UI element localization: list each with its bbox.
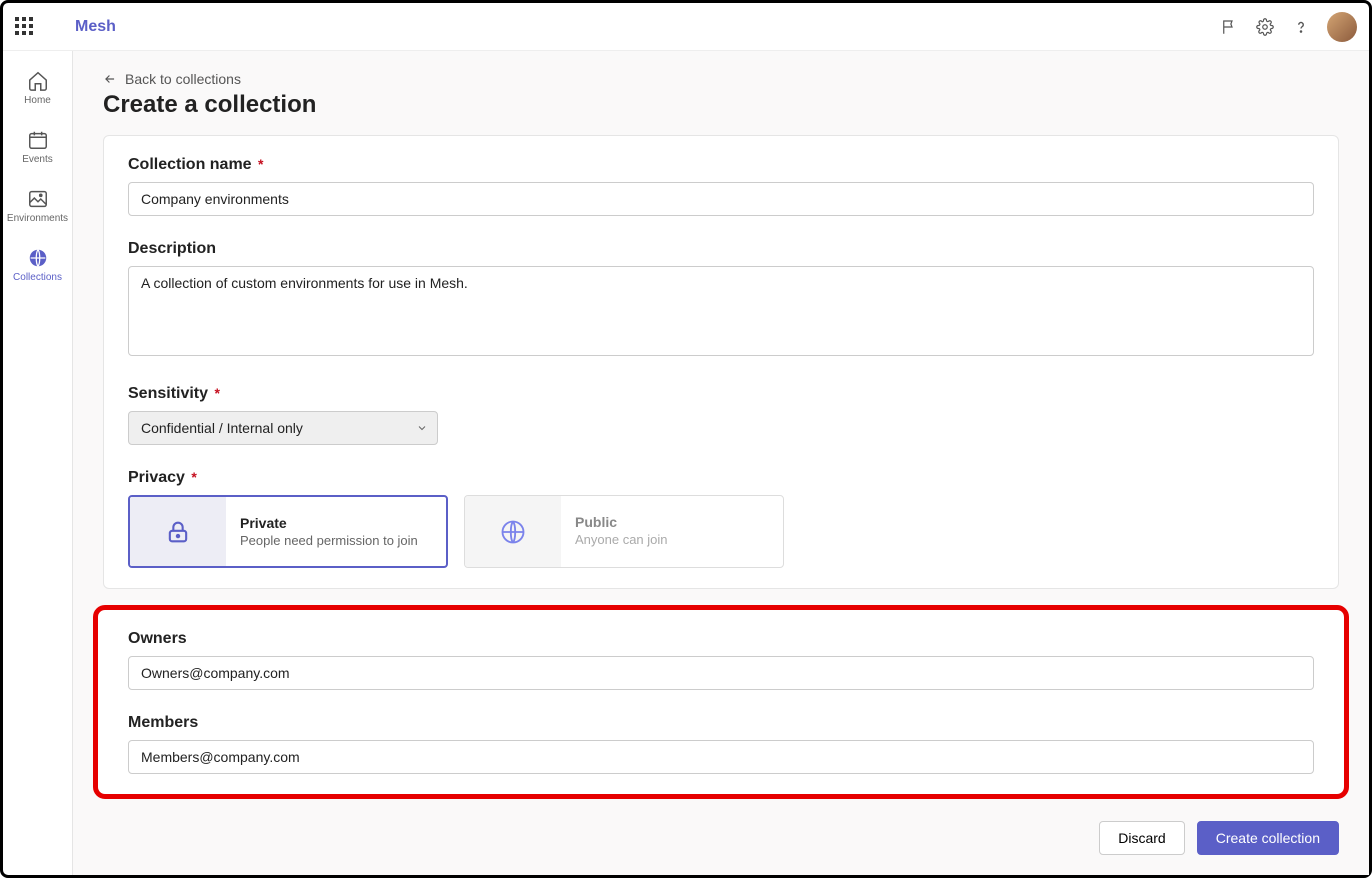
arrow-left-icon xyxy=(103,72,117,86)
calendar-icon xyxy=(26,128,50,152)
sidebar-item-collections[interactable]: Collections xyxy=(6,238,70,291)
create-collection-button[interactable]: Create collection xyxy=(1197,821,1339,855)
globe-icon xyxy=(465,496,561,567)
back-link-label: Back to collections xyxy=(125,71,241,87)
members-label: Members xyxy=(128,714,1314,732)
owners-members-card: Owners Members xyxy=(93,605,1349,799)
name-label: Collection name * xyxy=(128,156,1314,174)
app-title: Mesh xyxy=(75,18,116,36)
footer-buttons: Discard Create collection xyxy=(103,815,1339,861)
image-icon xyxy=(26,187,50,211)
privacy-public-title: Public xyxy=(575,514,668,530)
sidebar-item-environments[interactable]: Environments xyxy=(6,179,70,232)
sensitivity-label: Sensitivity * xyxy=(128,385,1314,403)
sensitivity-select[interactable]: Confidential / Internal only xyxy=(128,411,438,445)
sidebar-item-label: Events xyxy=(22,154,53,165)
sidebar-item-events[interactable]: Events xyxy=(6,120,70,173)
collection-form-card: Collection name * Description Sensitivit… xyxy=(103,135,1339,589)
sidebar-item-home[interactable]: Home xyxy=(6,61,70,114)
owners-input[interactable] xyxy=(128,656,1314,690)
sidebar: Home Events Environments Collections xyxy=(3,51,73,875)
collection-name-input[interactable] xyxy=(128,182,1314,216)
avatar[interactable] xyxy=(1327,12,1357,42)
privacy-public-sub: Anyone can join xyxy=(575,532,668,547)
home-icon xyxy=(26,69,50,93)
owners-label: Owners xyxy=(128,630,1314,648)
flag-icon[interactable] xyxy=(1211,9,1247,45)
app-launcher-icon[interactable] xyxy=(15,17,35,37)
privacy-option-public[interactable]: Public Anyone can join xyxy=(464,495,784,568)
topbar: Mesh xyxy=(3,3,1369,51)
sidebar-item-label: Collections xyxy=(13,272,62,283)
members-input[interactable] xyxy=(128,740,1314,774)
page-title: Create a collection xyxy=(103,91,1339,119)
privacy-private-title: Private xyxy=(240,515,418,531)
sidebar-item-label: Environments xyxy=(7,213,68,224)
description-input[interactable] xyxy=(128,266,1314,356)
main-content: Back to collections Create a collection … xyxy=(73,51,1369,875)
lock-icon xyxy=(130,497,226,566)
help-icon[interactable] xyxy=(1283,9,1319,45)
privacy-label: Privacy * xyxy=(128,469,1314,487)
discard-button[interactable]: Discard xyxy=(1099,821,1184,855)
globe-icon xyxy=(26,246,50,270)
privacy-private-sub: People need permission to join xyxy=(240,533,418,548)
sidebar-item-label: Home xyxy=(24,95,51,106)
back-link[interactable]: Back to collections xyxy=(103,61,1339,91)
privacy-option-private[interactable]: Private People need permission to join xyxy=(128,495,448,568)
gear-icon[interactable] xyxy=(1247,9,1283,45)
description-label: Description xyxy=(128,240,1314,258)
